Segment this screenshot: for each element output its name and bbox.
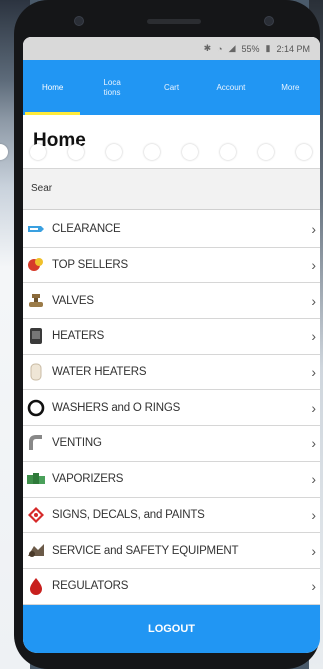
tab-locations-label: Loca tions bbox=[103, 77, 121, 97]
category-label: SERVICE and SAFETY EQUIPMENT bbox=[52, 544, 239, 557]
category-label: REGULATORS bbox=[52, 580, 129, 593]
chevron-right-icon: › bbox=[311, 257, 316, 274]
tab-home-label: Home bbox=[42, 82, 64, 92]
category-label: VALVES bbox=[52, 294, 94, 307]
regulator-icon bbox=[26, 576, 46, 596]
water-heater-icon bbox=[26, 362, 46, 382]
tab-more[interactable]: More bbox=[261, 60, 320, 115]
tab-bar: Home Loca tions Cart Account More bbox=[23, 60, 320, 115]
category-vaporizers[interactable]: VAPORIZERS › bbox=[23, 461, 320, 498]
bluetooth-icon: ✱ bbox=[203, 43, 212, 53]
dot bbox=[144, 144, 160, 160]
category-label: CLEARANCE bbox=[52, 223, 121, 236]
signal-icon: ◢ bbox=[228, 43, 236, 53]
front-camera-icon bbox=[264, 16, 274, 26]
search-input[interactable] bbox=[31, 179, 271, 197]
tab-locations[interactable]: Loca tions bbox=[82, 60, 141, 115]
status-bar: ✱ ◔ ◢ 55% ▮ 2:14 PM bbox=[23, 37, 320, 60]
app-screen: ✱ ◔ ◢ 55% ▮ 2:14 PM Home Loca tions Cart… bbox=[23, 37, 320, 653]
chevron-right-icon: › bbox=[311, 542, 316, 559]
category-top-sellers[interactable]: TOP SELLERS › bbox=[23, 247, 320, 284]
category-valves[interactable]: VALVES › bbox=[23, 283, 320, 320]
logout-button[interactable]: LOGOUT bbox=[23, 605, 320, 653]
dot bbox=[182, 144, 198, 160]
category-label: WASHERS and O RINGS bbox=[52, 401, 181, 414]
dot bbox=[68, 144, 84, 160]
valve-icon bbox=[26, 291, 46, 311]
dot bbox=[296, 144, 312, 160]
o-ring-icon bbox=[26, 398, 46, 418]
category-label: SIGNS, DECALS, and PAINTS bbox=[52, 508, 205, 521]
tab-account[interactable]: Account bbox=[201, 60, 260, 115]
tab-home[interactable]: Home bbox=[23, 60, 82, 115]
vent-pipe-icon bbox=[26, 433, 46, 453]
dot bbox=[106, 144, 122, 160]
chevron-right-icon: › bbox=[311, 328, 316, 345]
search-bar bbox=[23, 169, 320, 210]
battery-icon: ▮ bbox=[265, 43, 271, 53]
speaker-grille bbox=[147, 18, 201, 24]
category-regulators[interactable]: REGULATORS › bbox=[23, 568, 320, 605]
category-water-heaters[interactable]: WATER HEATERS › bbox=[23, 354, 320, 391]
chevron-right-icon: › bbox=[311, 364, 316, 381]
dot bbox=[0, 144, 8, 160]
category-label: WATER HEATERS bbox=[52, 366, 147, 379]
category-label: VAPORIZERS bbox=[52, 473, 124, 486]
wifi-icon: ◔ bbox=[217, 43, 223, 54]
category-list: CLEARANCE › TOP SELLERS › VALVES › HEATE… bbox=[23, 212, 320, 605]
chevron-right-icon: › bbox=[311, 506, 316, 523]
chevron-right-icon: › bbox=[311, 221, 316, 238]
category-label: VENTING bbox=[52, 437, 102, 450]
chevron-right-icon: › bbox=[311, 435, 316, 452]
chevron-right-icon: › bbox=[311, 578, 316, 595]
clock: 2:14 PM bbox=[276, 43, 310, 54]
category-clearance[interactable]: CLEARANCE › bbox=[23, 212, 320, 248]
category-venting[interactable]: VENTING › bbox=[23, 426, 320, 462]
safety-equipment-icon bbox=[26, 541, 46, 561]
category-service-safety[interactable]: SERVICE and SAFETY EQUIPMENT › bbox=[23, 533, 320, 569]
category-washers-o-rings[interactable]: WASHERS and O RINGS › bbox=[23, 390, 320, 427]
vaporizer-icon bbox=[26, 469, 46, 489]
dot bbox=[220, 144, 236, 160]
tab-cart-label: Cart bbox=[163, 82, 180, 92]
category-signs-decals-paints[interactable]: SIGNS, DECALS, and PAINTS › bbox=[23, 497, 320, 534]
warning-sign-icon bbox=[26, 505, 46, 525]
tab-account-label: Account bbox=[216, 82, 246, 92]
clearance-tag-icon bbox=[26, 219, 46, 239]
chevron-right-icon: › bbox=[311, 292, 316, 309]
tab-cart[interactable]: Cart bbox=[142, 60, 201, 115]
dot bbox=[258, 144, 274, 160]
category-label: TOP SELLERS bbox=[52, 259, 128, 272]
tab-more-label: More bbox=[281, 82, 300, 92]
phone-top-bezel bbox=[74, 10, 274, 32]
chevron-right-icon: › bbox=[311, 399, 316, 416]
top-sellers-icon bbox=[26, 255, 46, 275]
category-heaters[interactable]: HEATERS › bbox=[23, 319, 320, 355]
dot bbox=[30, 144, 46, 160]
category-label: HEATERS bbox=[52, 330, 105, 343]
sensor-icon bbox=[74, 16, 84, 26]
battery-level: 55% bbox=[241, 43, 260, 54]
chevron-right-icon: › bbox=[311, 471, 316, 488]
heater-icon bbox=[26, 326, 46, 346]
loading-dots bbox=[0, 144, 312, 160]
